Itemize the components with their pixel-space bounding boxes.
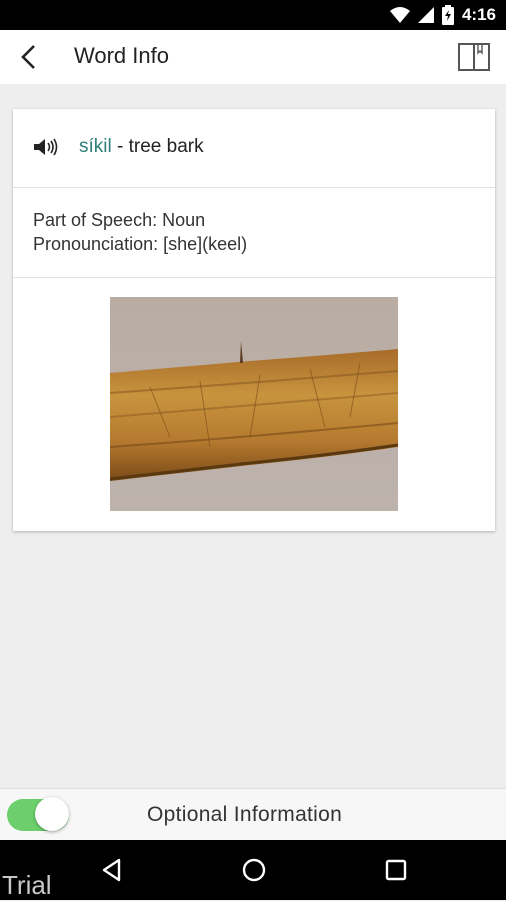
image-row	[13, 278, 495, 531]
tree-bark-photo	[110, 297, 398, 511]
status-icons: 4:16	[389, 5, 496, 25]
book-button[interactable]	[458, 41, 490, 73]
home-circle-icon	[242, 858, 266, 882]
app-bar: Word Info	[0, 30, 506, 84]
wifi-icon	[389, 7, 410, 23]
part-of-speech: Part of Speech: Noun	[33, 210, 206, 230]
toggle-knob	[35, 797, 69, 831]
word-term: síkil	[79, 136, 112, 157]
nav-recents-button[interactable]	[382, 856, 410, 884]
optional-info-bar: Optional Information	[0, 788, 506, 841]
status-time: 4:16	[461, 5, 496, 24]
chevron-left-icon	[21, 45, 35, 69]
back-triangle-icon	[102, 858, 121, 882]
pronunciation: Pronounciation: [she](keel)	[33, 234, 248, 254]
optional-info-label: Optional Information	[147, 803, 343, 826]
word-line: síkil - tree bark	[79, 136, 204, 158]
recents-square-icon	[385, 859, 407, 881]
page-title: Word Info	[74, 43, 169, 68]
trial-watermark: Trial	[2, 870, 52, 900]
book-icon	[458, 43, 490, 71]
system-nav-bar: Trial	[0, 840, 506, 900]
details-row: Part of Speech: Noun Pronounciation: [sh…	[13, 188, 495, 278]
optional-info-toggle[interactable]	[7, 796, 69, 832]
word-row: síkil - tree bark	[13, 109, 495, 188]
word-card: síkil - tree bark Part of Speech: Noun P…	[13, 109, 495, 531]
status-bar: 4:16	[0, 0, 506, 30]
word-definition: - tree bark	[111, 136, 204, 157]
nav-home-button[interactable]	[240, 856, 268, 884]
nav-back-button[interactable]	[98, 856, 126, 884]
play-audio-button[interactable]	[33, 137, 61, 157]
battery-icon	[441, 5, 454, 25]
signal-icon	[417, 7, 434, 23]
speaker-icon	[34, 138, 58, 156]
back-button[interactable]	[12, 40, 46, 74]
